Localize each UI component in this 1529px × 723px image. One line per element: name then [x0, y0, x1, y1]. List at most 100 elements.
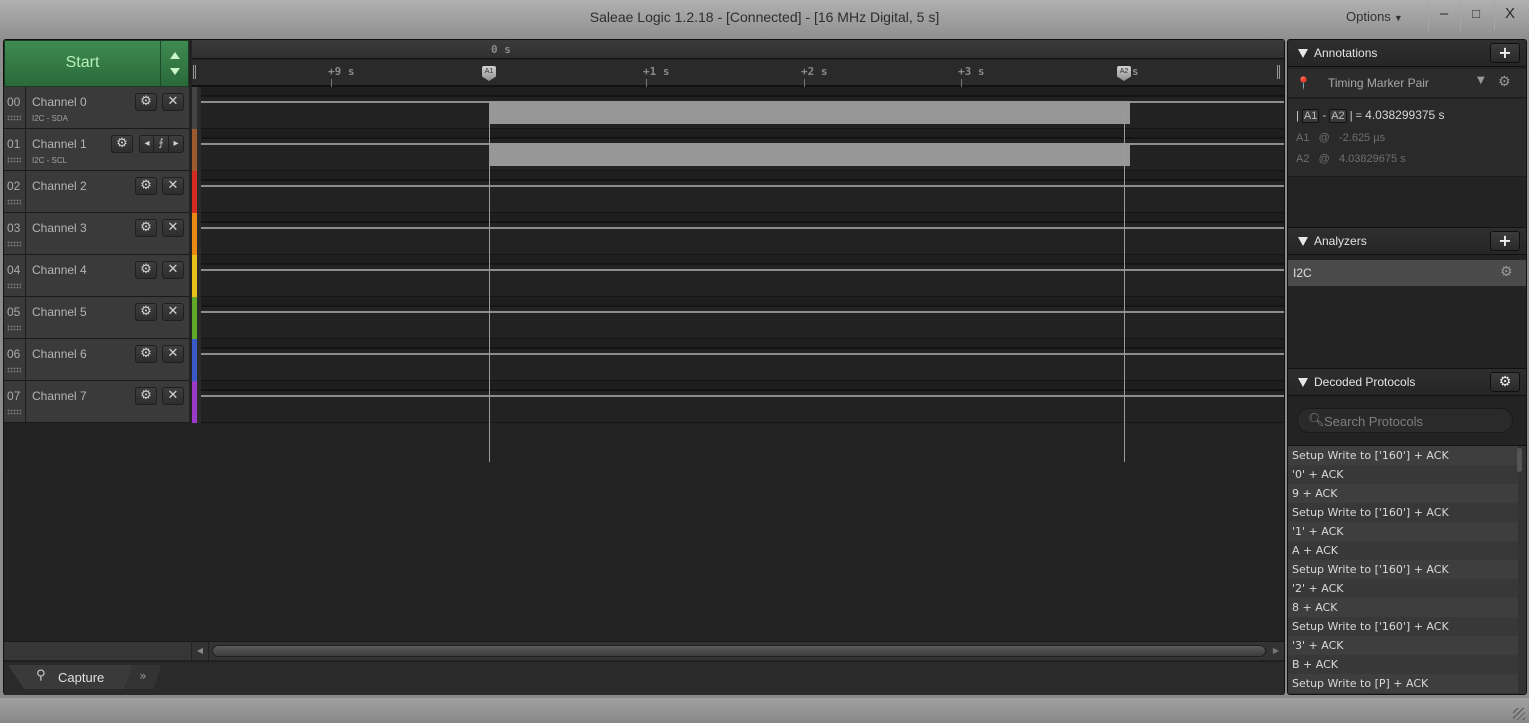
- marker-a2[interactable]: A2: [1117, 66, 1131, 81]
- next-trigger-icon[interactable]: ▸: [171, 136, 181, 152]
- decoded-protocol-item[interactable]: Setup Write to ['160'] + ACK: [1288, 503, 1518, 522]
- channel-waveform[interactable]: [201, 87, 1284, 129]
- collapse-triangle-icon[interactable]: [1298, 378, 1308, 387]
- channel-remove-button[interactable]: ✕: [162, 219, 184, 237]
- marker-a1[interactable]: A1: [482, 66, 496, 81]
- protocol-list-scrollbar[interactable]: [1517, 448, 1522, 472]
- drag-handle-icon[interactable]: [7, 241, 21, 247]
- channel-number-cell[interactable]: 05: [4, 297, 26, 338]
- arrow-down-icon[interactable]: [170, 68, 180, 75]
- channel-number-cell[interactable]: 03: [4, 213, 26, 254]
- timing-marker-pair-row[interactable]: 📍 Timing Marker Pair ▼ ⚙: [1288, 69, 1526, 98]
- drag-handle-icon[interactable]: [7, 199, 21, 205]
- channel-name[interactable]: Channel 1: [32, 137, 87, 151]
- channel-settings-button[interactable]: ⚙: [135, 261, 157, 279]
- resize-grip-icon[interactable]: [1513, 708, 1525, 720]
- channel-row[interactable]: 03 Channel 3 ⚙ ✕: [4, 213, 189, 255]
- timeline-ruler[interactable]: +9 s A1 +1 s +2 s +3 s A2 s: [192, 60, 1284, 87]
- channel-number-cell[interactable]: 02: [4, 171, 26, 212]
- ruler-right-handle[interactable]: [1277, 65, 1280, 79]
- pin-icon[interactable]: 📍: [1296, 76, 1311, 90]
- drag-handle-icon[interactable]: [7, 283, 21, 289]
- close-button[interactable]: X: [1494, 0, 1525, 30]
- decoded-protocol-item[interactable]: Setup Write to ['160'] + ACK: [1288, 560, 1518, 579]
- channel-waveform[interactable]: [201, 339, 1284, 381]
- decoded-protocol-item[interactable]: Setup Write to ['160'] + ACK: [1288, 617, 1518, 636]
- tab-capture[interactable]: ⚲ Capture: [8, 665, 133, 689]
- channel-name[interactable]: Channel 3: [32, 221, 87, 235]
- channel-name[interactable]: Channel 0: [32, 95, 87, 109]
- drag-handle-icon[interactable]: [7, 409, 21, 415]
- drag-handle-icon[interactable]: [7, 325, 21, 331]
- timeline-origin-ruler[interactable]: 0 s: [192, 40, 1284, 59]
- channel-number-cell[interactable]: 01: [4, 129, 26, 170]
- channel-number-cell[interactable]: 00: [4, 87, 26, 128]
- scroll-right-icon[interactable]: ▶: [1268, 642, 1284, 660]
- channel-name[interactable]: Channel 2: [32, 179, 87, 193]
- channel-remove-button[interactable]: ✕: [162, 177, 184, 195]
- collapse-triangle-icon[interactable]: [1298, 49, 1308, 58]
- channel-settings-button[interactable]: ⚙: [111, 135, 133, 153]
- decoded-protocols-header[interactable]: Decoded Protocols ⚙: [1288, 368, 1526, 396]
- search-protocols-input[interactable]: [1324, 412, 1504, 430]
- channel-row[interactable]: 02 Channel 2 ⚙ ✕: [4, 171, 189, 213]
- drag-handle-icon[interactable]: [7, 115, 21, 121]
- channel-remove-button[interactable]: ✕: [162, 93, 184, 111]
- channel-remove-button[interactable]: ✕: [162, 261, 184, 279]
- channel-number-cell[interactable]: 07: [4, 381, 26, 422]
- gear-icon[interactable]: ⚙: [1498, 74, 1511, 90]
- channel-settings-button[interactable]: ⚙: [135, 303, 157, 321]
- start-button[interactable]: Start: [4, 40, 189, 87]
- channel-row[interactable]: 06 Channel 6 ⚙ ✕: [4, 339, 189, 381]
- decoded-protocol-item[interactable]: Setup Write to [P] + ACK: [1288, 674, 1518, 693]
- channel-waveform[interactable]: [201, 381, 1284, 423]
- channel-settings-button[interactable]: ⚙: [135, 93, 157, 111]
- channel-name[interactable]: Channel 4: [32, 263, 87, 277]
- gear-icon[interactable]: ⚙: [1500, 264, 1513, 280]
- channel-settings-button[interactable]: ⚙: [135, 345, 157, 363]
- channel-settings-button[interactable]: ⚙: [135, 387, 157, 405]
- channel-settings-button[interactable]: ⚙: [135, 219, 157, 237]
- decoded-protocol-item[interactable]: Setup Write to ['160'] + ACK: [1288, 446, 1518, 465]
- add-annotation-button[interactable]: +: [1490, 43, 1520, 63]
- decoded-protocol-item[interactable]: B + ACK: [1288, 655, 1518, 674]
- decoded-settings-button[interactable]: ⚙: [1490, 372, 1520, 392]
- decoded-protocol-item[interactable]: '2' + ACK: [1288, 579, 1518, 598]
- maximize-button[interactable]: □: [1460, 0, 1491, 30]
- channel-row[interactable]: 05 Channel 5 ⚙ ✕: [4, 297, 189, 339]
- channel-waveform[interactable]: [201, 255, 1284, 297]
- start-options-toggle[interactable]: [160, 41, 189, 86]
- dropdown-triangle-icon[interactable]: ▼: [1477, 75, 1485, 86]
- decoded-protocol-item[interactable]: '0' + ACK: [1288, 465, 1518, 484]
- channel-remove-button[interactable]: ✕: [162, 387, 184, 405]
- drag-handle-icon[interactable]: [7, 367, 21, 373]
- channel-row[interactable]: 00 Channel 0 I2C - SDA ⚙ ✕: [4, 87, 189, 129]
- channel-remove-button[interactable]: ✕: [162, 345, 184, 363]
- drag-handle-icon[interactable]: [7, 157, 21, 163]
- channel-waveform[interactable]: [201, 213, 1284, 255]
- options-menu[interactable]: Options ▼: [1346, 9, 1403, 24]
- channel-name[interactable]: Channel 7: [32, 389, 87, 403]
- collapse-triangle-icon[interactable]: [1298, 237, 1308, 246]
- channel-number-cell[interactable]: 04: [4, 255, 26, 296]
- trigger-edge-selector[interactable]: ◂ ⨍ ▸: [139, 135, 184, 153]
- decoded-protocol-item[interactable]: '1' + ACK: [1288, 522, 1518, 541]
- channel-name[interactable]: Channel 5: [32, 305, 87, 319]
- channel-waveform[interactable]: [201, 297, 1284, 339]
- minimize-button[interactable]: –: [1428, 0, 1459, 30]
- channel-waveform[interactable]: [201, 129, 1284, 171]
- search-protocols-box[interactable]: 🔍︎: [1297, 408, 1513, 433]
- add-analyzer-button[interactable]: +: [1490, 231, 1520, 251]
- channel-row[interactable]: 07 Channel 7 ⚙ ✕: [4, 381, 189, 423]
- channel-number-cell[interactable]: 06: [4, 339, 26, 380]
- channel-waveform[interactable]: [201, 171, 1284, 213]
- horizontal-scrollbar[interactable]: ◀ ▶: [192, 641, 1284, 660]
- channel-remove-button[interactable]: ✕: [162, 303, 184, 321]
- decoded-protocol-item[interactable]: A + ACK: [1288, 541, 1518, 560]
- analyzers-header[interactable]: Analyzers +: [1288, 227, 1526, 255]
- channel-row[interactable]: 04 Channel 4 ⚙ ✕: [4, 255, 189, 297]
- ruler-left-handle[interactable]: [193, 65, 196, 79]
- analyzer-item[interactable]: I2C ⚙: [1288, 260, 1526, 286]
- channel-settings-button[interactable]: ⚙: [135, 177, 157, 195]
- decoded-protocol-item[interactable]: '3' + ACK: [1288, 636, 1518, 655]
